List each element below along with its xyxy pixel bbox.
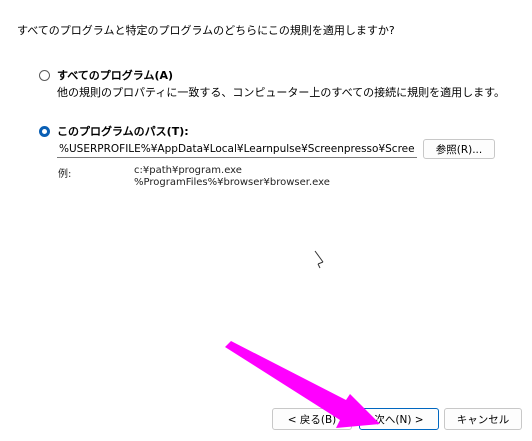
radio-all-programs-label: すべてのプログラム(A) — [57, 69, 174, 82]
program-path-input[interactable] — [57, 141, 417, 158]
example-line-1: c:¥path¥program.exe — [134, 165, 242, 176]
example-label: 例: — [58, 169, 72, 180]
example-line-2: %ProgramFiles%¥browser¥browser.exe — [134, 177, 330, 188]
back-button[interactable]: < 戻る(B) — [272, 408, 352, 430]
question-text: すべてのプログラムと特定のプログラムのどちらにこの規則を適用しますか? — [17, 24, 395, 37]
cancel-button[interactable]: キャンセル — [444, 408, 522, 430]
next-button[interactable]: 次へ(N) > — [359, 408, 439, 430]
radio-program-path-indicator[interactable] — [39, 125, 50, 137]
mouse-pointer-icon — [314, 250, 324, 269]
all-programs-description: 他の規則のプロパティに一致する、コンピューター上のすべての接続に規則を適用します… — [57, 86, 506, 99]
radio-program-path[interactable]: このプログラムのパス(T): — [39, 123, 189, 139]
radio-all-programs-indicator[interactable] — [39, 69, 50, 81]
radio-all-programs[interactable]: すべてのプログラム(A) — [39, 67, 173, 83]
browse-button[interactable]: 参照(R)... — [423, 139, 495, 159]
radio-program-path-label: このプログラムのパス(T): — [57, 125, 189, 138]
